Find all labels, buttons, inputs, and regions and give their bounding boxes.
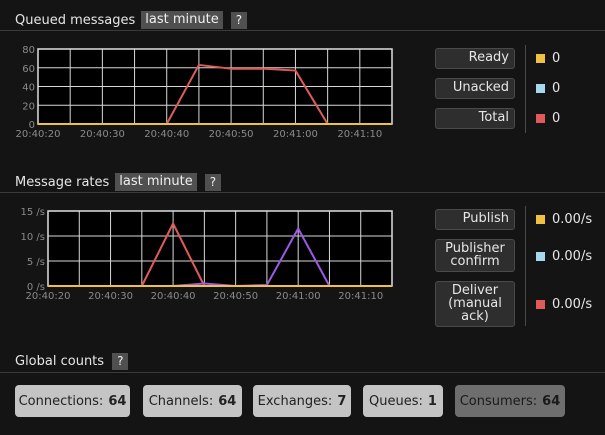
x-tick-label: 20:40:50 <box>213 291 258 302</box>
rates-help-button[interactable]: ? <box>204 173 222 191</box>
x-tick-label: 20:40:20 <box>16 129 61 140</box>
connections-value: 64 <box>108 393 127 409</box>
rates-legend-separator <box>525 206 526 326</box>
y-tick-label: 5 /s <box>27 257 45 268</box>
rates-legend-publisher-button[interactable]: Publisher confirm <box>435 239 515 272</box>
x-tick-label: 20:41:00 <box>273 129 318 140</box>
x-tick-label: 20:41:10 <box>338 291 383 302</box>
queues-label: Queues: <box>369 393 423 409</box>
message-rates-header: Message rates last minute ? <box>15 173 222 191</box>
queued-messages-title: Queued messages <box>15 12 136 28</box>
rates-legend-value-0: 0.00/s <box>536 212 592 227</box>
legend-swatch <box>536 114 545 123</box>
global-counts-title: Global counts <box>15 354 105 369</box>
legend-swatch <box>536 252 545 261</box>
consumers-label: Consumers: <box>459 393 538 409</box>
rates-legend-publish-button[interactable]: Publish <box>435 209 515 230</box>
queued-range-selector[interactable]: last minute <box>141 11 223 29</box>
y-tick-label: 80 <box>22 45 35 56</box>
rates-divider <box>0 192 605 193</box>
y-tick-label: 15 /s <box>21 207 45 218</box>
legend-value-text: 0 <box>552 51 561 66</box>
y-tick-label: 60 <box>22 64 35 75</box>
x-tick-label: 20:41:10 <box>337 129 382 140</box>
queued-chart-svg: 02040608020:40:20 20:40:30 20:40:40 20:40:5… <box>16 45 393 140</box>
x-tick-label: 20:40:20 <box>26 291 71 302</box>
global-help-button[interactable]: ? <box>112 353 129 370</box>
x-tick-label: 20:40:30 <box>80 129 125 140</box>
legend-value-text: 0 <box>552 111 561 126</box>
rates-chart-svg: 0 /s5 /s10 /s15 /s20:40:20 20:40:30 20:40:… <box>21 207 393 302</box>
exchanges-value: 7 <box>337 393 347 409</box>
rates-legend-value-1: 0.00/s <box>536 249 592 264</box>
plot-area <box>48 211 392 286</box>
legend-value-text: 0.00/s <box>552 249 593 264</box>
queued-legend-value-2: 0 <box>536 111 560 126</box>
queues-value: 1 <box>427 393 437 409</box>
rates-range-selector[interactable]: last minute <box>115 173 197 191</box>
legend-swatch <box>536 215 545 224</box>
consumers-count-button[interactable]: Consumers: 64 <box>455 385 565 417</box>
legend-swatch <box>536 54 545 63</box>
queued-legend-value-1: 0 <box>536 81 560 96</box>
queued-help-button[interactable]: ? <box>230 11 248 29</box>
x-tick-label: 20:40:50 <box>209 129 254 140</box>
queued-messages-header: Queued messages last minute ? <box>15 11 248 29</box>
legend-swatch <box>536 300 545 309</box>
queued-legend-unacked-button[interactable]: Unacked <box>435 78 515 99</box>
queued-legend-total-button[interactable]: Total <box>435 108 515 129</box>
legend-value-text: 0 <box>552 81 561 96</box>
connections-label: Connections: <box>18 393 104 409</box>
queues-count-button[interactable]: Queues: 1 <box>363 385 443 417</box>
queued-legend-value-0: 0 <box>536 51 560 66</box>
message-rates-title: Message rates <box>15 174 110 190</box>
global-divider <box>0 372 605 373</box>
exchanges-count-button[interactable]: Exchanges: 7 <box>253 385 351 417</box>
legend-swatch <box>536 84 545 93</box>
x-tick-label: 20:40:30 <box>88 291 133 302</box>
consumers-value: 64 <box>542 393 561 409</box>
x-tick-label: 20:40:40 <box>151 291 196 302</box>
exchanges-label: Exchanges: <box>257 393 333 409</box>
message-rates-chart: 0 /s 5 /s 10 /s 15 /s 20:40:20 20:40:30 20:40:… <box>0 200 420 305</box>
y-tick-label: 10 /s <box>21 232 45 243</box>
queued-messages-chart: 0 20 40 60 80 20:40:20 20:40:30 20:40:40 20:40:5… <box>0 40 420 150</box>
connections-count-button[interactable]: Connections: 64 <box>15 385 130 417</box>
y-tick-label: 20 <box>22 101 35 112</box>
y-tick-label: 40 <box>22 83 35 94</box>
global-counts-header: Global counts ? <box>15 353 129 370</box>
rates-legend-deliver-button[interactable]: Deliver (manual ack) <box>435 281 515 327</box>
queued-legend-ready-button[interactable]: Ready <box>435 48 515 69</box>
x-tick-label: 20:41:00 <box>276 291 321 302</box>
channels-value: 64 <box>218 393 237 409</box>
legend-value-text: 0.00/s <box>552 297 593 312</box>
channels-count-button[interactable]: Channels: 64 <box>143 385 242 417</box>
channels-label: Channels: <box>148 393 214 409</box>
queued-legend-separator <box>525 45 526 133</box>
queued-divider <box>0 30 605 31</box>
x-tick-label: 20:40:40 <box>144 129 189 140</box>
rates-legend-value-2: 0.00/s <box>536 297 592 312</box>
legend-value-text: 0.00/s <box>552 212 593 227</box>
